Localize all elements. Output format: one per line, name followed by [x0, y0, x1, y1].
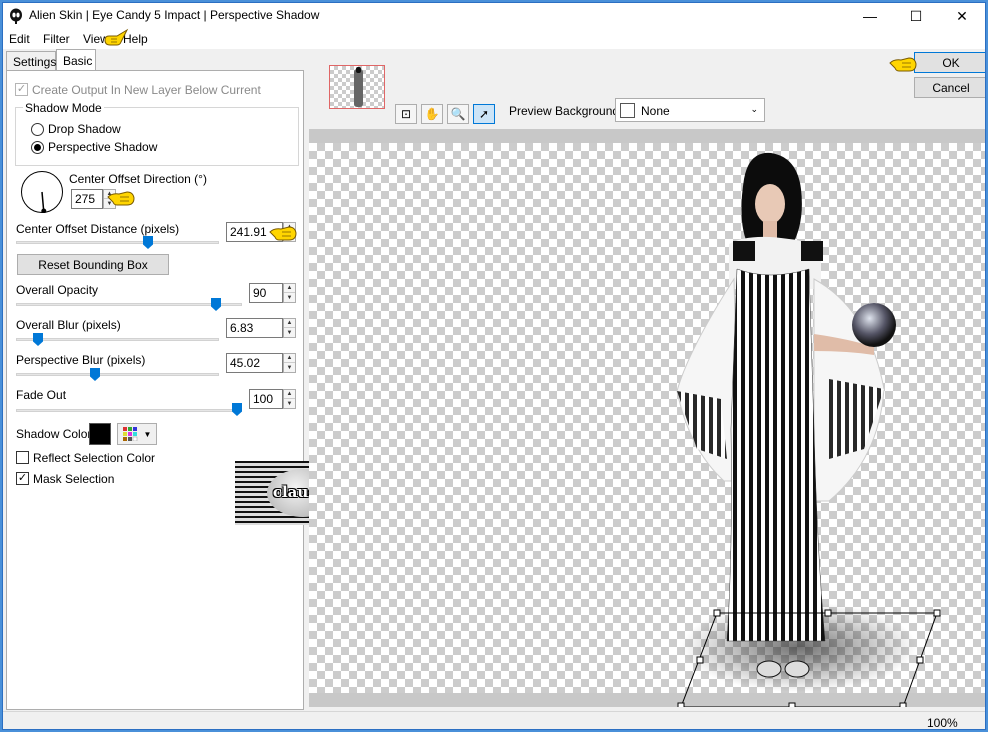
menu-edit[interactable]: Edit — [9, 32, 30, 46]
perspective-blur-input[interactable]: 45.02 — [226, 353, 283, 373]
mask-selection-checkbox[interactable]: ✓ — [16, 472, 29, 485]
chevron-down-icon: ⌄ — [750, 104, 758, 114]
alien-skin-logo-icon — [10, 8, 22, 24]
spin-up-icon[interactable]: ▲ — [284, 354, 295, 363]
figure-thumbnail-icon — [354, 67, 363, 107]
overall-blur-input[interactable]: 6.83 — [226, 318, 283, 338]
zoom-tool-button[interactable]: 🔍 — [447, 104, 469, 124]
color-picker-dropdown[interactable]: ▼ — [117, 423, 157, 445]
bounding-box-tool-button[interactable]: ⊡ — [395, 104, 417, 124]
status-bar: 100% — [3, 711, 985, 730]
menu-bar: Edit Filter View Help — [3, 28, 985, 49]
cancel-button[interactable]: Cancel — [914, 77, 985, 98]
spin-up-icon[interactable]: ▲ — [284, 390, 295, 399]
fade-out-slider-thumb[interactable] — [232, 403, 242, 416]
overall-opacity-label: Overall Opacity — [16, 283, 99, 297]
create-output-label: Create Output In New Layer Below Current — [32, 83, 261, 97]
maximize-button[interactable]: ☐ — [893, 3, 939, 29]
pointer-tool-icon: ➚ — [478, 107, 490, 121]
spin-down-icon[interactable]: ▼ — [284, 328, 295, 337]
perspective-blur-spinner[interactable]: ▲ ▼ — [283, 353, 296, 373]
fade-out-slider-track[interactable] — [16, 409, 242, 412]
mask-selection-label: Mask Selection — [33, 472, 115, 486]
pointing-hand-icon — [889, 57, 917, 72]
overall-opacity-spinner[interactable]: ▲ ▼ — [283, 283, 296, 303]
overall-opacity-slider-thumb[interactable] — [211, 298, 221, 311]
center-offset-distance-label: Center Offset Distance (pixels) — [16, 222, 180, 236]
shadow-mode-group — [15, 107, 299, 166]
spin-up-icon[interactable]: ▲ — [284, 284, 295, 293]
preview-background-value: None — [641, 104, 670, 118]
pointing-hand-icon — [107, 191, 135, 206]
perspective-shadow-radio[interactable] — [31, 141, 44, 154]
center-offset-direction-label: Center Offset Direction (°) — [69, 172, 207, 186]
hand-tool-button[interactable]: ✋ — [421, 104, 443, 124]
center-offset-distance-slider-thumb[interactable] — [143, 236, 153, 249]
spin-up-icon[interactable]: ▲ — [284, 319, 295, 328]
pointing-hand-icon — [104, 28, 129, 46]
minimize-button[interactable]: — — [847, 3, 893, 29]
shadow-mode-label: Shadow Mode — [23, 101, 104, 115]
preview-header: ⊡ ✋ 🔍 ➚ Preview Background: None ⌄ — [309, 49, 909, 129]
window-title: Alien Skin | Eye Candy 5 Impact | Perspe… — [29, 8, 320, 22]
bounding-box-tool-icon: ⊡ — [400, 107, 412, 121]
dial-needle-icon — [41, 191, 47, 213]
zoom-level: 100% — [927, 716, 958, 730]
close-button[interactable]: ✕ — [939, 3, 985, 29]
tab-settings[interactable]: Settings — [6, 51, 56, 71]
overall-opacity-input[interactable]: 90 — [249, 283, 283, 303]
fade-out-input[interactable]: 100 — [249, 389, 283, 409]
background-swatch-icon — [620, 103, 635, 118]
reset-bounding-box-button[interactable]: Reset Bounding Box — [17, 254, 169, 275]
center-offset-direction-input[interactable]: 275 — [71, 189, 103, 209]
spin-down-icon[interactable]: ▼ — [284, 399, 295, 408]
perspective-shadow-label: Perspective Shadow — [48, 140, 158, 154]
tab-basic[interactable]: Basic — [56, 49, 96, 70]
perspective-blur-slider-thumb[interactable] — [90, 368, 100, 381]
menu-filter[interactable]: Filter — [43, 32, 70, 46]
reflect-selection-color-checkbox[interactable] — [16, 451, 29, 464]
shadow-color-swatch[interactable] — [89, 423, 111, 445]
shadow-color-label: Shadow Color — [16, 427, 92, 441]
perspective-blur-slider-track[interactable] — [16, 373, 219, 376]
overall-opacity-slider-track[interactable] — [16, 303, 242, 306]
create-output-checkbox[interactable]: ✓ — [15, 83, 28, 96]
title-bar: Alien Skin | Eye Candy 5 Impact | Perspe… — [3, 3, 985, 29]
palette-grid-icon — [122, 427, 137, 441]
overall-blur-slider-thumb[interactable] — [33, 333, 43, 346]
drop-shadow-label: Drop Shadow — [48, 122, 121, 136]
preview-image — [676, 152, 941, 707]
hand-tool-icon: ✋ — [424, 107, 440, 121]
ok-button[interactable]: OK — [914, 52, 985, 73]
fade-out-label: Fade Out — [16, 388, 67, 402]
center-offset-distance-slider-track[interactable] — [16, 241, 219, 244]
direction-dial[interactable] — [21, 171, 63, 213]
pointer-tool-button[interactable]: ➚ — [473, 104, 495, 124]
drop-shadow-radio[interactable] — [31, 123, 44, 136]
zoom-tool-icon: 🔍 — [450, 107, 466, 121]
preview-background-select[interactable]: None ⌄ — [615, 98, 765, 122]
basic-panel: ✓ Create Output In New Layer Below Curre… — [6, 70, 304, 710]
perspective-blur-label: Perspective Blur (pixels) — [16, 353, 146, 367]
preview-area[interactable] — [309, 129, 985, 707]
fade-out-spinner[interactable]: ▲ ▼ — [283, 389, 296, 409]
overall-blur-label: Overall Blur (pixels) — [16, 318, 121, 332]
overall-blur-slider-track[interactable] — [16, 338, 219, 341]
navigator-thumbnail[interactable] — [329, 65, 385, 109]
pointing-hand-icon — [269, 226, 297, 241]
eye-candy-window: Alien Skin | Eye Candy 5 Impact | Perspe… — [2, 2, 986, 730]
spin-down-icon[interactable]: ▼ — [284, 293, 295, 302]
chevron-down-icon: ▼ — [143, 429, 152, 439]
overall-blur-spinner[interactable]: ▲ ▼ — [283, 318, 296, 338]
preview-background-label: Preview Background: — [509, 104, 623, 118]
spin-down-icon[interactable]: ▼ — [284, 363, 295, 372]
reflect-selection-color-label: Reflect Selection Color — [33, 451, 156, 465]
